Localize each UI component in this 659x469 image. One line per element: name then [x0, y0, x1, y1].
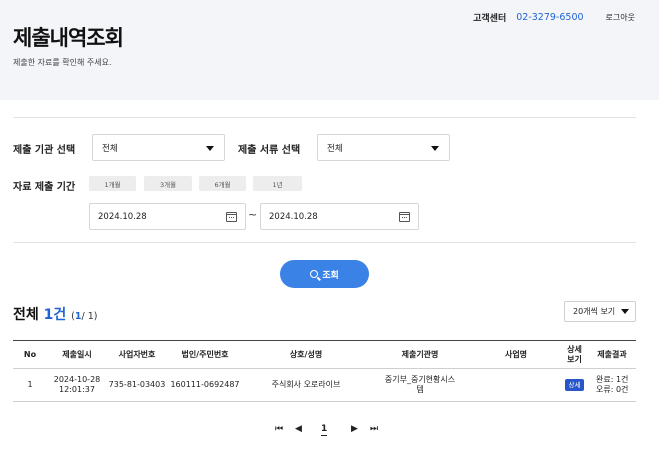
date-from-value: 2024.10.28: [98, 211, 147, 222]
table-row: 1 2024-10-28 12:01:37 735-81-03403 16011…: [13, 368, 636, 402]
date-to-input[interactable]: 2024.10.28: [260, 203, 419, 230]
period-6m-button[interactable]: 6개월: [199, 176, 246, 191]
period-1m-button[interactable]: 1개월: [89, 176, 136, 191]
date-to-value: 2024.10.28: [269, 211, 318, 222]
page-size-value: 20개씩 보기: [573, 307, 616, 316]
col-date: 제출일시: [47, 340, 107, 369]
table-header-row: No 제출일시 사업자번호 법인/주민번호 상호/성명 제출기관명 사업명 상세…: [13, 340, 636, 369]
doc-select-value: 전체: [327, 143, 343, 154]
col-name: 상호/성명: [243, 340, 369, 369]
period-3m-button[interactable]: 3개월: [144, 176, 192, 191]
page-header: 고객센터 02-3279-6500 로그아웃 제출내역조회 제출한 자료를 확인…: [0, 0, 659, 100]
page-title: 제출내역조회: [13, 26, 124, 50]
top-links: 고객센터 02-3279-6500 로그아웃: [473, 11, 635, 24]
calendar-icon[interactable]: [226, 212, 237, 222]
cell-name: 주식회사 오로라이브: [243, 368, 369, 402]
page-subtitle: 제출한 자료를 확인해 주세요.: [13, 58, 112, 67]
agency-select-label: 제출 기관 선택: [13, 145, 76, 156]
search-button[interactable]: 조회: [280, 260, 369, 288]
total-label: 전체: [13, 307, 39, 323]
next-page-icon[interactable]: ▶: [351, 424, 358, 434]
col-corp-no: 법인/주민번호: [167, 340, 243, 369]
agency-select[interactable]: 전체: [92, 134, 225, 161]
cell-project: [471, 368, 561, 402]
period-1y-button[interactable]: 1년: [253, 176, 302, 191]
last-page-icon[interactable]: ⏭: [370, 424, 378, 434]
search-button-label: 조회: [322, 270, 339, 281]
cell-result: 완료: 1건 오류: 0건: [588, 368, 636, 402]
first-page-icon[interactable]: ⏮: [275, 424, 283, 434]
cell-date: 2024-10-28 12:01:37: [47, 368, 107, 402]
col-biz-no: 사업자번호: [107, 340, 167, 369]
total-count: 1건: [43, 307, 67, 323]
filter-bottom-divider: [13, 242, 636, 243]
cell-detail: 상세: [561, 368, 588, 402]
period-label: 자료 제출 기간: [13, 182, 76, 193]
result-summary: 전체 1건 (1/ 1): [13, 304, 97, 324]
cell-corp-no: 160111-0692487: [167, 368, 243, 402]
search-icon: [310, 270, 319, 278]
page-size-select[interactable]: 20개씩 보기: [564, 301, 636, 322]
date-from-input[interactable]: 2024.10.28: [89, 203, 246, 230]
col-no: No: [13, 340, 47, 369]
calendar-icon[interactable]: [399, 212, 410, 222]
filter-top-divider: [13, 117, 636, 118]
pagination: ⏮ ◀ 1 ▶ ⏭: [0, 424, 659, 440]
customer-center-phone: 02-3279-6500: [516, 12, 584, 23]
cell-biz-no: 735-81-03403: [107, 368, 167, 402]
logout-link[interactable]: 로그아웃: [606, 12, 635, 23]
page-number-1[interactable]: 1: [321, 424, 328, 436]
col-agency: 제출기관명: [369, 340, 471, 369]
page-indicator: (1/ 1): [71, 311, 98, 322]
caret-down-icon: [206, 146, 214, 151]
date-range-separator: ~: [248, 208, 258, 221]
cell-no: 1: [13, 368, 47, 402]
cell-agency: 중기부_중기현황시스 템: [369, 368, 471, 402]
caret-down-icon: [431, 146, 439, 151]
col-result: 제출결과: [588, 340, 636, 369]
caret-down-icon: [621, 309, 629, 314]
detail-button[interactable]: 상세: [564, 378, 585, 392]
agency-select-value: 전체: [102, 143, 118, 154]
prev-page-icon[interactable]: ◀: [295, 424, 302, 434]
col-detail: 상세 보기: [561, 340, 588, 369]
submission-table: No 제출일시 사업자번호 법인/주민번호 상호/성명 제출기관명 사업명 상세…: [13, 340, 636, 402]
col-project: 사업명: [471, 340, 561, 369]
doc-select-label: 제출 서류 선택: [238, 145, 301, 156]
customer-center-link[interactable]: 고객센터: [473, 11, 506, 24]
doc-select[interactable]: 전체: [317, 134, 450, 161]
